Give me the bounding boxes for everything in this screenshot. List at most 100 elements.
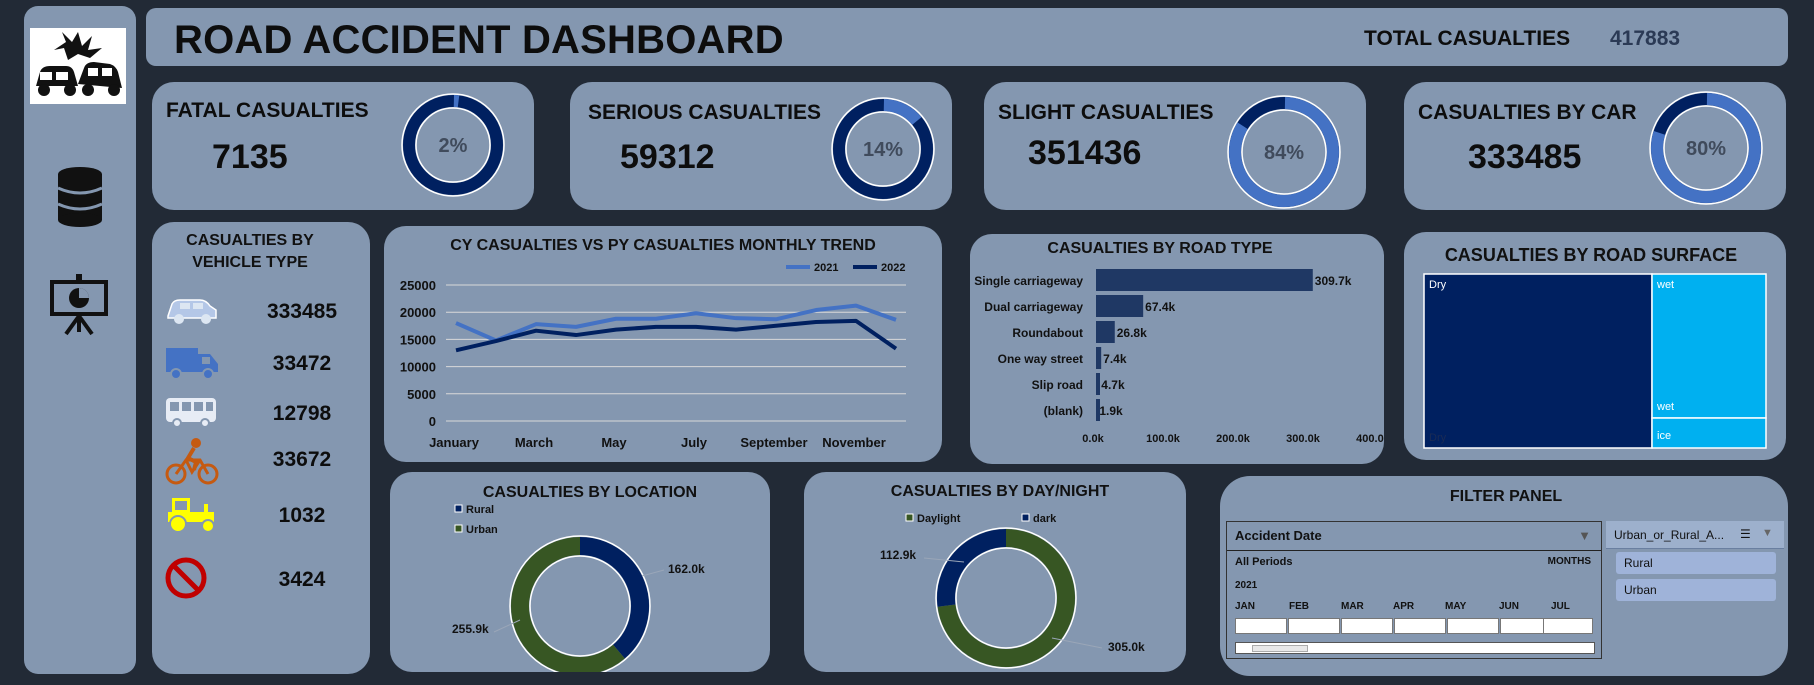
- kpi-card-serious: SERIOUS CASUALTIES 59312 14%: [570, 82, 952, 210]
- legend-label: 2021: [814, 262, 838, 274]
- slicer-option-rural[interactable]: Rural: [1616, 552, 1776, 574]
- slicer-header: Urban_or_Rural_A... ☰ ▼: [1606, 521, 1784, 549]
- donut-inner-ring: [529, 555, 631, 657]
- day-night-chart: CASUALTIES BY DAY/NIGHT 305.0k 112.9k Dayli…: [880, 483, 1145, 669]
- kpi-label: CASUALTIES BY CAR: [1418, 101, 1637, 124]
- leader-line: [641, 569, 665, 577]
- series-line-2022: [455, 318, 898, 353]
- donut-percent-label: 80%: [1686, 138, 1726, 160]
- donut-percent-label: 84%: [1264, 142, 1304, 164]
- month-cell[interactable]: [1543, 618, 1593, 634]
- slice-value-label: 162.0k: [668, 562, 705, 576]
- y-tick-label: 0: [429, 414, 436, 429]
- x-tick-label: 0.0k: [1082, 433, 1104, 445]
- location-card: CASUALTIES BY LOCATION 162.0k 255.9k Rural U…: [390, 472, 770, 677]
- month-label: JUL: [1551, 601, 1570, 612]
- donut-percent-label: 2%: [439, 135, 468, 157]
- clear-filter-icon[interactable]: ▼: [1578, 528, 1591, 543]
- slice-value-label: 112.9k: [880, 548, 916, 562]
- x-tick-label: 400.0k: [1356, 433, 1384, 445]
- category-label: Roundabout: [1012, 326, 1083, 340]
- month-label: JAN: [1235, 601, 1256, 612]
- urban-rural-slicer[interactable]: Urban_or_Rural_A... ☰ ▼ Rural Urban: [1606, 521, 1784, 659]
- slicer-level-dropdown[interactable]: MONTHS: [1548, 556, 1591, 567]
- header: ROAD ACCIDENT DASHBOARD TOTAL CASUALTIES…: [146, 8, 1788, 66]
- donut-slice: [579, 537, 649, 659]
- legend-swatch: [454, 524, 463, 533]
- category-label: (blank): [1044, 404, 1083, 418]
- month-cell[interactable]: [1341, 618, 1393, 634]
- accident-date-slicer[interactable]: Accident Date ▼ All Periods MONTHS 2021 …: [1226, 521, 1602, 659]
- y-tick-label: 25000: [400, 278, 436, 293]
- legend-label: Urban: [466, 524, 498, 536]
- x-tick-label: May: [601, 435, 627, 450]
- bar: [1096, 269, 1313, 291]
- treemap-label: wet: [1656, 279, 1674, 291]
- legend-label: Daylight: [917, 513, 961, 525]
- slicer-period: All Periods: [1235, 556, 1293, 568]
- timeline-scrollbar[interactable]: [1235, 642, 1595, 654]
- day-night-card: CASUALTIES BY DAY/NIGHT 305.0k 112.9k Dayli…: [804, 472, 1186, 672]
- category-label: Dual carriageway: [984, 300, 1083, 314]
- y-tick-label: 15000: [400, 332, 436, 347]
- road-type-chart: CASUALTIES BY ROAD TYPE Single carriagewa…: [974, 240, 1390, 445]
- category-label: Slip road: [1032, 378, 1083, 392]
- legend-swatch: [905, 513, 914, 522]
- month-cell[interactable]: [1447, 618, 1499, 634]
- slice-value-label: 305.0k: [1108, 640, 1145, 654]
- bar-value-label: 309.7k: [1315, 274, 1352, 288]
- vehicle-row: 12798: [152, 390, 368, 440]
- no-entry-icon: [164, 556, 220, 606]
- scrollbar-thumb[interactable]: [1252, 645, 1308, 652]
- bar-value-label: 26.8k: [1117, 326, 1147, 340]
- bar: [1096, 373, 1100, 395]
- vehicle-card-title-1: CASUALTIES BY: [186, 232, 314, 249]
- truck-icon: [164, 340, 220, 390]
- chart-title: CASUALTIES BY ROAD SURFACE: [1445, 245, 1737, 265]
- kpi-label: FATAL CASUALTIES: [166, 99, 369, 122]
- slicer-year: 2021: [1235, 580, 1258, 591]
- database-icon[interactable]: [56, 166, 104, 228]
- month-cell[interactable]: [1288, 618, 1340, 634]
- kpi-card-slight: SLIGHT CASUALTIES 351436 84%: [984, 82, 1366, 210]
- treemap-label: ice: [1657, 430, 1671, 442]
- month-cell[interactable]: [1235, 618, 1287, 634]
- vehicle-value: 33672: [272, 448, 332, 471]
- legend-swatch: [1021, 513, 1030, 522]
- multi-select-icon[interactable]: ☰: [1740, 527, 1751, 541]
- slice-value-label: 255.9k: [452, 622, 489, 636]
- legend-label: dark: [1033, 513, 1057, 525]
- chart-title: CY CASUALTIES VS PY CASUALTIES MONTHLY T…: [450, 237, 876, 254]
- slicer-title: Urban_or_Rural_A...: [1614, 528, 1725, 542]
- clear-filter-icon[interactable]: ▼: [1762, 527, 1773, 539]
- category-label: Single carriageway: [974, 274, 1083, 288]
- slicer-option-urban[interactable]: Urban: [1616, 579, 1776, 601]
- x-tick-label: 300.0k: [1286, 433, 1321, 445]
- tractor-icon: [164, 492, 220, 542]
- bar-value-label: 1.9k: [1099, 404, 1123, 418]
- kpi-value: 351436: [1028, 134, 1142, 172]
- kpi-label: SLIGHT CASUALTIES: [998, 101, 1214, 124]
- kpi-value: 7135: [212, 138, 288, 176]
- legend-label: Rural: [466, 504, 494, 516]
- x-tick-label: September: [740, 435, 807, 450]
- bar: [1096, 321, 1115, 343]
- y-tick-label: 10000: [400, 360, 436, 375]
- kpi-card-fatal: FATAL CASUALTIES 7135 2%: [152, 82, 534, 210]
- car-crash-logo-icon: [30, 28, 126, 104]
- vehicle-row: 3424: [152, 556, 368, 606]
- vehicle-type-card: CASUALTIES BY VEHICLE TYPE 333485 33472 …: [152, 222, 370, 674]
- kpi-donut: 80%: [1649, 91, 1763, 205]
- donut-inner-ring: [955, 547, 1057, 649]
- kpi-value: 59312: [620, 138, 715, 176]
- vehicle-card-title-2: VEHICLE TYPE: [192, 254, 308, 271]
- treemap-label: Dry: [1429, 279, 1447, 291]
- road-surface-card: CASUALTIES BY ROAD SURFACE Dry Dry wet wet ic…: [1404, 232, 1786, 460]
- presentation-icon[interactable]: [48, 274, 110, 336]
- road-surface-chart: CASUALTIES BY ROAD SURFACE Dry Dry wet wet ic…: [1423, 245, 1767, 449]
- x-tick-label: 100.0k: [1146, 433, 1181, 445]
- x-tick-label: March: [515, 435, 553, 450]
- kpi-label: SERIOUS CASUALTIES: [588, 101, 821, 124]
- month-cell[interactable]: [1394, 618, 1446, 634]
- month-label: JUN: [1499, 601, 1520, 612]
